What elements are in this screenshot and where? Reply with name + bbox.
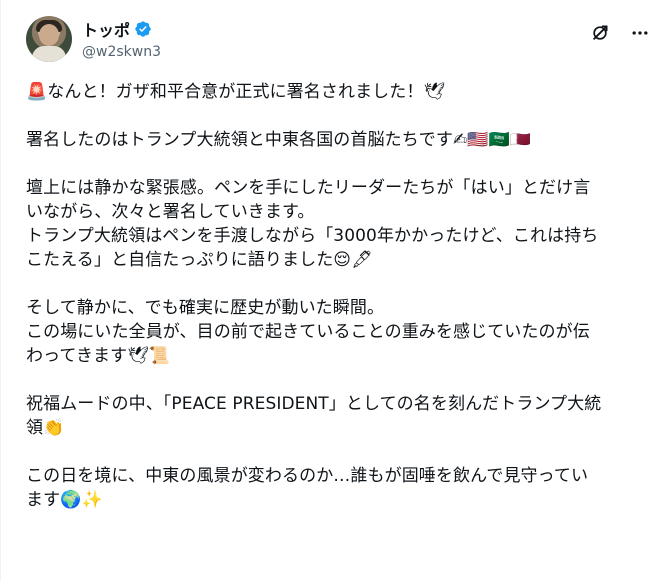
tweet-line: 祝福ムードの中、「PEACE PRESIDENT」としての名を刻んだトランプ大統 (26, 394, 602, 414)
verified-badge-icon (134, 20, 152, 38)
tweet-line: そして静かに、でも確実に歴史が動いた瞬間。 (26, 298, 385, 318)
tweet-line: 署名したのはトランプ大統領と中東各国の首脳たちです✍🇺🇸🇸🇦🇶🇦 (26, 130, 532, 150)
avatar-face (39, 24, 59, 46)
tweet-line: 領👏 (26, 418, 65, 438)
tweet-paragraph: 祝福ムードの中、「PEACE PRESIDENT」としての名を刻んだトランプ大統… (26, 392, 651, 440)
tweet-line: いながら、次々と署名していきます。 (26, 202, 315, 222)
tweet-paragraph: この日を境に、中東の風景が変わるのか…誰もが固唾を飲んで見守ってい ます🌍✨ (26, 464, 651, 512)
tweet-line: トランプ大統領はペンを手渡しながら「3000年かかったけど、これは持ち (26, 226, 599, 246)
tweet-line: わってきます🕊📜 (26, 346, 171, 366)
author-block: トッポ @w2skwn3 (82, 18, 161, 60)
more-button[interactable] (629, 22, 651, 44)
tweet-line: この場にいた全員が、目の前で起きていることの重みを感じていたのが伝 (26, 322, 590, 342)
display-name[interactable]: トッポ (82, 17, 130, 41)
tweet-paragraph: 署名したのはトランプ大統領と中東各国の首脳たちです✍🇺🇸🇸🇦🇶🇦 (26, 128, 651, 152)
avatar[interactable] (26, 16, 72, 62)
tweet-line: ます🌍✨ (26, 490, 103, 510)
grok-icon (593, 25, 608, 40)
tweet-paragraph: 🚨なんと！ガザ和平合意が正式に署名されました！🕊 (26, 80, 651, 104)
tweet-text: 🚨なんと！ガザ和平合意が正式に署名されました！🕊 署名したのはトランプ大統領と中… (26, 80, 651, 512)
name-row: トッポ (82, 18, 161, 40)
header-actions (589, 22, 651, 44)
handle[interactable]: @w2skwn3 (82, 44, 161, 60)
tweet-line: こたえる」と自信たっぷりに語りました😌🖋 (26, 250, 373, 270)
divider (0, 0, 1, 580)
tweet-header: トッポ @w2skwn3 (26, 14, 651, 70)
tweet-line: 🚨なんと！ガザ和平合意が正式に署名されました！🕊 (26, 82, 446, 102)
grok-button[interactable] (589, 22, 611, 44)
tweet-card: トッポ @w2skwn3 🚨なんと！ガザ和平合意が正式に署名されました！🕊 署名… (0, 0, 667, 580)
avatar-shirt (32, 46, 66, 62)
tweet-line: 壇上には静かな緊張感。ペンを手にしたリーダーたちが「はい」とだけ言 (26, 178, 591, 198)
tweet-line: この日を境に、中東の風景が変わるのか…誰もが固唾を飲んで見守ってい (26, 466, 589, 486)
more-icon (632, 31, 648, 35)
tweet-paragraph: そして静かに、でも確実に歴史が動いた瞬間。 この場にいた全員が、目の前で起きてい… (26, 296, 651, 368)
tweet-paragraph: 壇上には静かな緊張感。ペンを手にしたリーダーたちが「はい」とだけ言 いながら、次… (26, 176, 651, 272)
